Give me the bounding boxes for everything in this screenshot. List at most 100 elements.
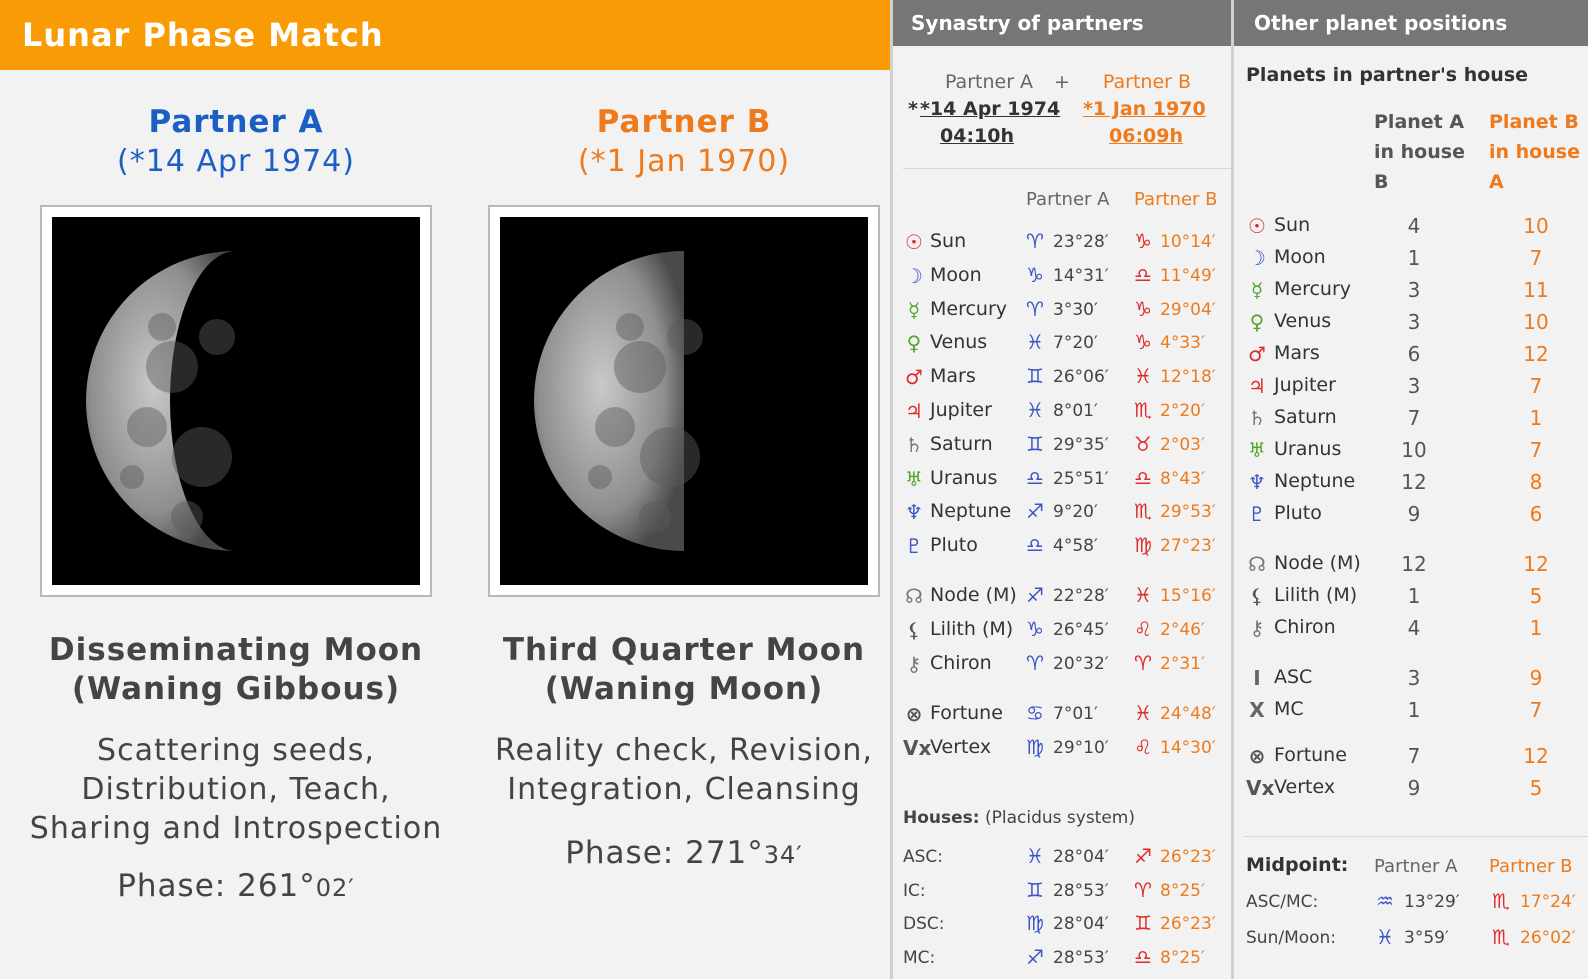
zodiac-sign-icon: ♓ — [1026, 844, 1044, 868]
partner-b-phase-min: 34′ — [763, 841, 803, 869]
mars-icon: ♂ — [905, 365, 923, 389]
moon-crater — [639, 501, 671, 533]
syn-rule — [903, 168, 1231, 169]
other-house-a: 9 — [1407, 502, 1421, 526]
zodiac-sign-icon: ♉ — [1134, 432, 1152, 456]
syn-pos-b: 8°43′ — [1160, 469, 1205, 489]
other-house-b: 12 — [1523, 342, 1549, 366]
other-row: ☿ Mercury 3 11 — [1244, 278, 1588, 304]
lilith-icon: ⚸ — [906, 618, 922, 642]
other-row: Vx Vertex 9 5 — [1244, 776, 1588, 802]
syn-pos-b: 2°46′ — [1160, 620, 1205, 640]
partner-b-keywords: Reality check, Revision, Integration, Cl… — [468, 731, 900, 809]
syn-pos-a: 7°01′ — [1053, 704, 1098, 724]
partner-b-column: Partner B (*1 Jan 1970) Third Quarter Mo… — [488, 70, 880, 871]
zodiac-sign-icon: ♓ — [1134, 364, 1152, 388]
syn-plus: + — [1054, 71, 1070, 93]
syn-row-uranus: ♅ Uranus ♎ 25°51′ ♎ 8°43′ — [900, 466, 1230, 493]
zodiac-sign-icon: ♊ — [1026, 878, 1044, 902]
syn-row-lilith-m: ⚸ Lilith (M) ♑ 26°45′ ♌ 2°46′ — [900, 617, 1230, 644]
houses-system: (Placidus system) — [984, 808, 1135, 828]
partner-a-keywords: Scattering seeds, Distribution, Teach, S… — [20, 731, 452, 848]
syn-partner-b-time-link[interactable]: 06:09h — [1109, 125, 1183, 147]
syn-pos-b: 11°49′ — [1160, 266, 1216, 286]
other-planet-name: Neptune — [1274, 470, 1356, 492]
sun-icon: ☉ — [905, 230, 923, 254]
zodiac-sign-icon: ♎ — [1134, 945, 1152, 969]
other-house-b: 1 — [1529, 406, 1543, 430]
partner-b-phase-line1: Third Quarter Moon — [502, 632, 866, 668]
zodiac-sign-icon: ♍ — [1026, 911, 1044, 935]
partner-a-kw2: Distribution, Teach, — [81, 772, 391, 807]
syn-col-b: Partner B — [1134, 189, 1218, 210]
zodiac-sign-icon: ♒ — [1376, 889, 1394, 913]
zodiac-sign-icon: ♑ — [1026, 263, 1044, 287]
other-row: ⚷ Chiron 4 1 — [1244, 616, 1588, 642]
midpoint-pos-b: 26°02′ — [1520, 928, 1576, 948]
fortune-icon: ⊗ — [905, 702, 923, 726]
other-house-b: 5 — [1529, 776, 1543, 800]
zodiac-sign-icon: ♋ — [1026, 701, 1044, 725]
other-house-a: 9 — [1407, 776, 1421, 800]
syn-partner-a-date-link[interactable]: *14 Apr 1974 — [920, 98, 1060, 120]
syn-pos-b: 15°16′ — [1160, 586, 1216, 606]
syn-row-neptune: ♆ Neptune ♐ 9°20′ ♏ 29°53′ — [900, 499, 1230, 526]
syn-pos-b: 2°03′ — [1160, 435, 1205, 455]
zodiac-sign-icon: ♑ — [1134, 330, 1152, 354]
syn-row-pluto: ♇ Pluto ♎ 4°58′ ♍ 27°23′ — [900, 533, 1230, 560]
other-rule — [1244, 836, 1588, 837]
midpoint-col-a: Partner A — [1374, 856, 1458, 877]
zodiac-sign-icon: ♌ — [1134, 735, 1152, 759]
partner-b-phase-name: Third Quarter Moon (Waning Moon) — [488, 631, 880, 709]
mercury-icon: ☿ — [907, 298, 921, 322]
partner-a-phase-line1: Disseminating Moon — [48, 632, 424, 668]
other-house-a: 4 — [1407, 214, 1421, 238]
house-row: MC: ♐ 28°53′ ♎ 8°25′ — [900, 945, 1230, 972]
zodiac-sign-icon: ♊ — [1134, 911, 1152, 935]
midpoint-pos-b: 17°24′ — [1520, 892, 1576, 912]
mc-icon: X — [1249, 698, 1265, 722]
syn-pos-a: 9°20′ — [1053, 502, 1098, 522]
chiron-icon: ⚷ — [1249, 616, 1265, 640]
other-row: ⚸ Lilith (M) 1 5 — [1244, 584, 1588, 610]
other-house-a: 3 — [1407, 278, 1421, 302]
node-icon: ☊ — [905, 584, 923, 608]
house-pos-b: 26°23′ — [1160, 914, 1216, 934]
partner-a-phase: Phase: 261°02′ — [40, 868, 432, 904]
moon-crater — [595, 407, 635, 447]
other-col-b1: Planet B — [1489, 111, 1579, 133]
other-row: ☽ Moon 1 7 — [1244, 246, 1588, 272]
syn-partner-b-date-link[interactable]: *1 Jan 1970 — [1083, 98, 1206, 120]
other-col-a1: Planet A — [1374, 111, 1465, 133]
partner-a-phase-label: Phase: — [117, 868, 227, 904]
syn-row-jupiter: ♃ Jupiter ♓ 8°01′ ♏ 2°20′ — [900, 398, 1230, 425]
zodiac-sign-icon: ♏ — [1134, 398, 1152, 422]
syn-pos-a: 22°28′ — [1053, 586, 1109, 606]
venus-icon: ♀ — [906, 331, 922, 355]
other-house-a: 7 — [1407, 406, 1421, 430]
other-house-a: 4 — [1407, 616, 1421, 640]
syn-pos-b: 12°18′ — [1160, 367, 1216, 387]
other-row: ⊗ Fortune 7 12 — [1244, 744, 1588, 770]
moon-icon: ☽ — [1248, 246, 1266, 270]
syn-pos-b: 27°23′ — [1160, 536, 1216, 556]
house-name: ASC: — [903, 847, 944, 867]
midpoint-name: Sun/Moon: — [1246, 928, 1337, 948]
syn-pos-a: 4°58′ — [1053, 536, 1098, 556]
zodiac-sign-icon: ♈ — [1134, 878, 1152, 902]
partner-a-phase-name: Disseminating Moon (Waning Gibbous) — [40, 631, 432, 709]
syn-planet-name: Jupiter — [930, 399, 992, 421]
other-house-b: 5 — [1529, 584, 1543, 608]
partner-b-phase-deg: 271° — [685, 835, 764, 871]
syn-pos-a: 29°35′ — [1053, 435, 1109, 455]
other-positions-title: Other planet positions — [1234, 0, 1588, 46]
other-planet-name: Mars — [1274, 342, 1320, 364]
syn-planet-name: Uranus — [930, 467, 998, 489]
partner-a-kw3: Sharing and Introspection — [29, 811, 443, 846]
moon-crater — [614, 341, 666, 393]
moon-lit-part — [86, 251, 236, 551]
house-name: IC: — [903, 881, 926, 901]
syn-partner-a-time-link[interactable]: 04:10h — [940, 125, 1014, 147]
neptune-icon: ♆ — [1248, 470, 1266, 494]
syn-planet-name: Sun — [930, 230, 967, 252]
